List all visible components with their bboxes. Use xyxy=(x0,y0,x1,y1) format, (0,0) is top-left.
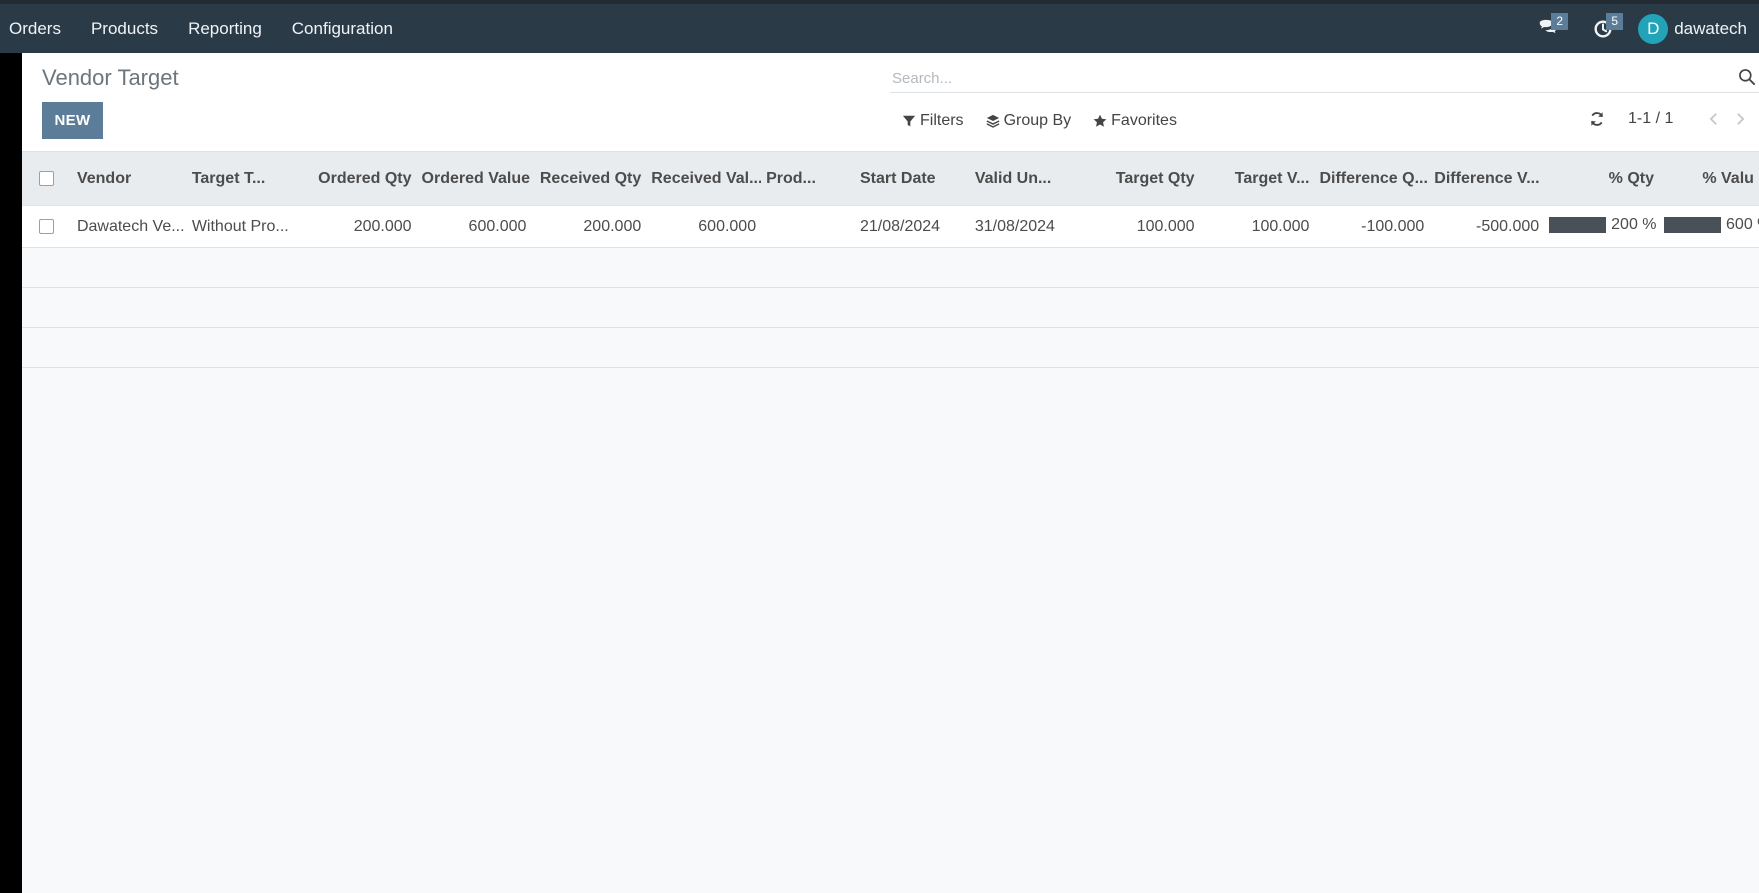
group-by-button[interactable]: Group By xyxy=(986,112,1072,130)
progress-bar-value: 600 % xyxy=(1664,216,1759,234)
row-select-cell xyxy=(22,219,72,234)
col-pct-value[interactable]: % Valu xyxy=(1659,170,1759,188)
list-view: Vendor Target T... Ordered Qty Ordered V… xyxy=(22,152,1759,368)
favorites-label: Favorites xyxy=(1111,112,1177,129)
table-header: Vendor Target T... Ordered Qty Ordered V… xyxy=(22,152,1759,206)
filters-button[interactable]: Filters xyxy=(902,112,964,130)
search-bar xyxy=(890,63,1759,93)
filters-label: Filters xyxy=(920,112,964,129)
progress-label: 200 % xyxy=(1611,215,1657,233)
table-row[interactable]: Dawatech Ve... Without Pro... 200.000 60… xyxy=(22,206,1759,248)
col-difference-qty[interactable]: Difference Q... xyxy=(1314,170,1429,188)
select-all-cell xyxy=(22,171,72,186)
col-received-value[interactable]: Received Val... xyxy=(646,170,761,188)
favorites-button[interactable]: Favorites xyxy=(1093,112,1177,130)
pager-value[interactable]: 1-1 / 1 xyxy=(1628,110,1673,128)
avatar: D xyxy=(1638,13,1669,44)
action-content: Vendor Target NEW Filters Group By Favor… xyxy=(22,53,1759,893)
cell-target-type[interactable]: Without Pro... xyxy=(187,218,302,236)
search-options: Filters Group By Favorites xyxy=(902,112,1199,130)
search-input[interactable] xyxy=(892,67,1692,89)
group-by-label: Group By xyxy=(1003,112,1072,129)
cell-difference-qty[interactable]: -100.000 xyxy=(1314,218,1429,236)
col-target-value[interactable]: Target V... xyxy=(1200,170,1315,188)
progress-label: 600 % xyxy=(1726,215,1759,233)
cell-pct-value[interactable]: 600 % xyxy=(1659,216,1759,238)
col-target-type[interactable]: Target T... xyxy=(187,170,302,188)
cell-target-value[interactable]: 100.000 xyxy=(1200,218,1315,236)
messages-badge: 2 xyxy=(1551,13,1569,30)
col-valid-until[interactable]: Valid Un... xyxy=(970,170,1085,188)
col-start-date[interactable]: Start Date xyxy=(855,170,970,188)
cell-vendor[interactable]: Dawatech Ve... xyxy=(72,218,187,236)
col-ordered-qty[interactable]: Ordered Qty xyxy=(302,170,417,188)
cell-received-qty[interactable]: 200.000 xyxy=(531,218,646,236)
col-target-qty[interactable]: Target Qty xyxy=(1085,170,1200,188)
cell-pct-qty[interactable]: 200 % xyxy=(1544,216,1659,238)
activities-button[interactable]: 5 xyxy=(1583,4,1624,53)
col-pct-qty[interactable]: % Qty xyxy=(1544,170,1659,188)
cell-start-date[interactable]: 21/08/2024 xyxy=(855,218,970,236)
user-menu[interactable]: D dawatech xyxy=(1638,13,1747,44)
col-ordered-value[interactable]: Ordered Value xyxy=(417,170,532,188)
empty-row xyxy=(22,288,1759,328)
menu-reporting[interactable]: Reporting xyxy=(173,4,277,53)
cell-difference-value[interactable]: -500.000 xyxy=(1429,218,1544,236)
top-navbar: Orders Products Reporting Configuration … xyxy=(0,0,1759,53)
user-name: dawatech xyxy=(1674,18,1747,38)
cell-received-value[interactable]: 600.000 xyxy=(646,218,761,236)
col-received-qty[interactable]: Received Qty xyxy=(531,170,646,188)
row-checkbox[interactable] xyxy=(38,219,54,234)
menu-configuration[interactable]: Configuration xyxy=(277,4,408,53)
progress-fill xyxy=(1549,216,1607,233)
search-icon[interactable] xyxy=(1737,67,1757,87)
layers-icon xyxy=(986,114,1000,128)
page-title: Vendor Target xyxy=(42,65,179,90)
menu-products[interactable]: Products xyxy=(76,4,173,53)
activities-badge: 5 xyxy=(1606,13,1624,30)
star-icon xyxy=(1093,114,1107,127)
progress-fill xyxy=(1664,216,1722,233)
cell-ordered-value[interactable]: 600.000 xyxy=(417,218,532,236)
filter-icon xyxy=(902,115,916,127)
select-all-checkbox[interactable] xyxy=(38,171,54,186)
chevron-right-icon[interactable] xyxy=(1733,112,1747,126)
empty-row xyxy=(22,328,1759,368)
messages-button[interactable]: 2 xyxy=(1528,4,1569,53)
pager: 1-1 / 1 xyxy=(1588,110,1747,128)
cell-ordered-qty[interactable]: 200.000 xyxy=(302,218,417,236)
main-menu: Orders Products Reporting Configuration xyxy=(0,4,408,53)
refresh-icon[interactable] xyxy=(1588,110,1606,128)
chevron-left-icon[interactable] xyxy=(1707,112,1721,126)
empty-row xyxy=(22,248,1759,288)
progress-bar-qty: 200 % xyxy=(1549,215,1657,234)
cell-target-qty[interactable]: 100.000 xyxy=(1085,218,1200,236)
cell-valid-until[interactable]: 31/08/2024 xyxy=(970,218,1085,236)
systray: 2 5 D dawatech xyxy=(1528,4,1759,53)
new-button[interactable]: NEW xyxy=(42,102,103,139)
col-vendor[interactable]: Vendor xyxy=(72,170,187,188)
control-panel: Vendor Target NEW Filters Group By Favor… xyxy=(22,53,1759,152)
col-product[interactable]: Prod... xyxy=(761,170,855,188)
col-difference-value[interactable]: Difference V... xyxy=(1429,170,1544,188)
menu-orders[interactable]: Orders xyxy=(0,4,76,53)
